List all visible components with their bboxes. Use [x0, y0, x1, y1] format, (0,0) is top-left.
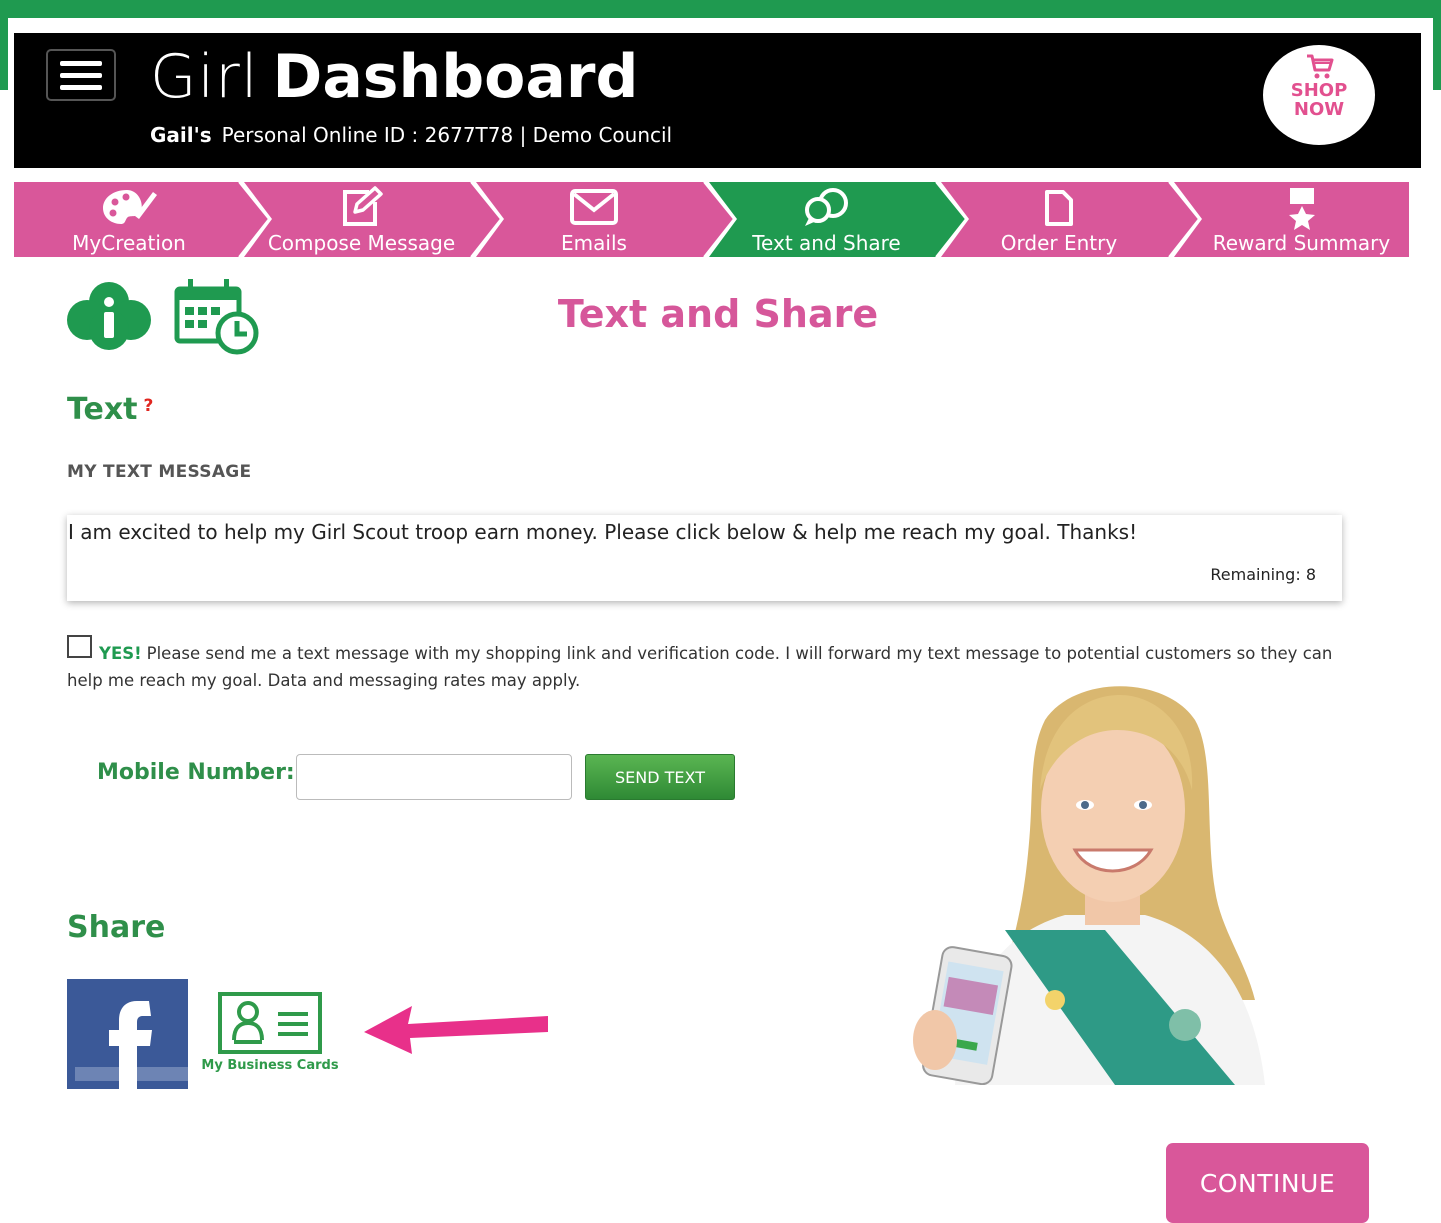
- hamburger-menu-button[interactable]: [46, 49, 116, 101]
- tab-order-entry[interactable]: Order Entry: [944, 182, 1174, 257]
- app-header: Girl Dashboard Gail's Personal Online ID :…: [14, 33, 1421, 168]
- now-label: NOW: [1293, 99, 1345, 120]
- tab-text-and-share[interactable]: Text and Share: [714, 182, 939, 257]
- message-text: I am excited to help my Girl Scout troop…: [68, 520, 1138, 544]
- progress-tabs: MyCreation Compose Message Emails Text a…: [14, 182, 1409, 257]
- document-icon: [1045, 190, 1073, 226]
- owner-name: Gail's: [150, 123, 212, 147]
- tab-label: MyCreation: [72, 231, 186, 255]
- frame-right: [1433, 18, 1441, 90]
- brand-dashboard: Dashboard: [272, 42, 639, 112]
- frame-left: [0, 18, 8, 90]
- palette-icon: [103, 190, 157, 224]
- business-card-icon: [218, 992, 322, 1054]
- top-stripe: [0, 0, 1441, 18]
- consent-yes: YES!: [99, 644, 142, 663]
- page-title: Text and Share: [557, 292, 879, 336]
- consent-checkbox[interactable]: [67, 635, 92, 658]
- girl-scout-photo: [913, 686, 1265, 1085]
- help-link[interactable]: ?: [144, 396, 154, 416]
- tab-reward-summary[interactable]: Reward Summary: [1184, 182, 1419, 257]
- chat-bubbles-icon: [804, 188, 848, 226]
- text-message-field[interactable]: I am excited to help my Girl Scout troop…: [67, 515, 1342, 601]
- tab-label: Emails: [561, 231, 627, 255]
- edit-icon: [342, 186, 383, 226]
- personal-id: Personal Online ID : 2677T78 | Demo Coun…: [221, 123, 673, 147]
- tab-label: Text and Share: [752, 231, 901, 255]
- tab-mycreation[interactable]: MyCreation: [14, 182, 244, 257]
- pointer-arrow-icon: [364, 1006, 548, 1054]
- message-label: MY TEXT MESSAGE: [67, 462, 252, 482]
- share-heading: Share: [67, 910, 166, 945]
- tab-compose-message[interactable]: Compose Message: [244, 182, 479, 257]
- facebook-share-button[interactable]: [67, 979, 188, 1089]
- text-heading: Text: [67, 392, 138, 427]
- tab-label: Order Entry: [1000, 231, 1118, 255]
- send-text-button[interactable]: SEND TEXT: [585, 754, 735, 800]
- user-id-line: Gail's Personal Online ID : 2677T78 | Dem…: [150, 123, 672, 147]
- remaining-counter: Remaining: 8: [1210, 565, 1316, 584]
- brand-girl: Girl: [150, 42, 259, 112]
- envelope-icon: [570, 189, 618, 225]
- mobile-number-label: Mobile Number:: [97, 760, 295, 785]
- tab-label: Reward Summary: [1212, 231, 1391, 255]
- shop-now-button[interactable]: SHOP NOW: [1263, 45, 1375, 145]
- mobile-number-input[interactable]: [296, 754, 572, 800]
- shop-label: SHOP: [1290, 80, 1348, 101]
- award-icon: [1288, 188, 1315, 230]
- tab-emails[interactable]: Emails: [479, 182, 709, 257]
- business-cards-label: My Business Cards: [201, 1058, 339, 1073]
- app-title: Girl Dashboard: [150, 41, 638, 113]
- continue-button[interactable]: CONTINUE: [1166, 1143, 1369, 1223]
- top-inner: [8, 18, 1433, 34]
- business-cards-button[interactable]: My Business Cards: [200, 990, 340, 1080]
- tab-label: Compose Message: [267, 231, 456, 255]
- facebook-icon: [67, 979, 188, 1089]
- cart-icon: [1307, 54, 1334, 79]
- text-section-heading: Text?: [67, 392, 153, 427]
